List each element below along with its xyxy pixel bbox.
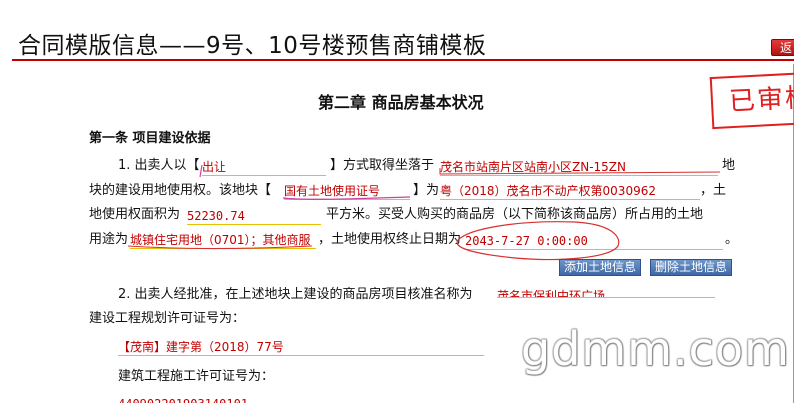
header-divider (12, 59, 794, 61)
text-segment: 建筑工程施工许可证号为： (118, 369, 275, 384)
add-land-info-button[interactable]: 添加土地信息 (559, 259, 642, 276)
land-area-field[interactable]: 52230.74 (187, 208, 321, 225)
end-date-field[interactable]: 2043-7-27 0:00:00 (465, 233, 723, 250)
return-button[interactable]: 返 (771, 39, 794, 56)
planning-permit-field[interactable]: 【茂南】建字第（2018）77号 (118, 339, 484, 356)
delete-land-info-button[interactable]: 删除土地信息 (650, 259, 733, 276)
project-name-field[interactable]: 茂名市保利中环广场 (497, 288, 715, 298)
land-location-field[interactable]: 茂名市站南片区站南小区ZN-15ZN (440, 159, 718, 176)
approved-stamp: 已审核 (709, 70, 794, 130)
text-segment: 建设工程规划许可证号为： (89, 311, 246, 326)
site-watermark: gdmm.com (521, 322, 790, 376)
text-segment: 块的建设用地使用权。该地块【 (89, 183, 272, 198)
text-segment: 平方米。买受人购买的商品房（以下简称该商品房）所占用的土地 (326, 207, 704, 222)
chapter-title: 第二章 商品房基本状况 (318, 93, 484, 112)
text-segment: ，土地使用权终止日期为 (318, 232, 462, 247)
land-use-field[interactable]: 城镇住宅用地（0701）；其他商服 (130, 232, 316, 249)
text-segment: ，土 (700, 183, 727, 198)
construction-permit-field[interactable]: 440902201903140101 (118, 396, 378, 403)
text-segment: 】方式取得坐落于 (330, 158, 435, 173)
text-segment: 地 (722, 158, 736, 173)
cert-number-field[interactable]: 粤（2018）茂名市不动产权第0030962 (440, 183, 700, 200)
page-title: 合同模版信息——9号、10号楼预售商铺模板 (18, 33, 487, 59)
text-segment: 。 (725, 232, 739, 247)
text-segment: 2. 出卖人经批准，在上述地块上建设的商品房项目核准名称为 (118, 287, 473, 302)
text-segment: 1. 出卖人以【 (118, 158, 200, 173)
contract-template-page: 合同模版信息——9号、10号楼预售商铺模板 返 第二章 商品房基本状况 已审核 … (0, 0, 794, 403)
cert-type-field[interactable]: 国有土地使用证号 (284, 183, 410, 200)
land-acquisition-method-field[interactable]: 出让 (202, 159, 326, 176)
text-segment: 】为 (413, 183, 440, 198)
article-title: 第一条 项目建设依据 (89, 131, 211, 146)
text-segment: 用途为 (89, 232, 129, 247)
text-segment: 地使用权面积为 (89, 207, 181, 222)
